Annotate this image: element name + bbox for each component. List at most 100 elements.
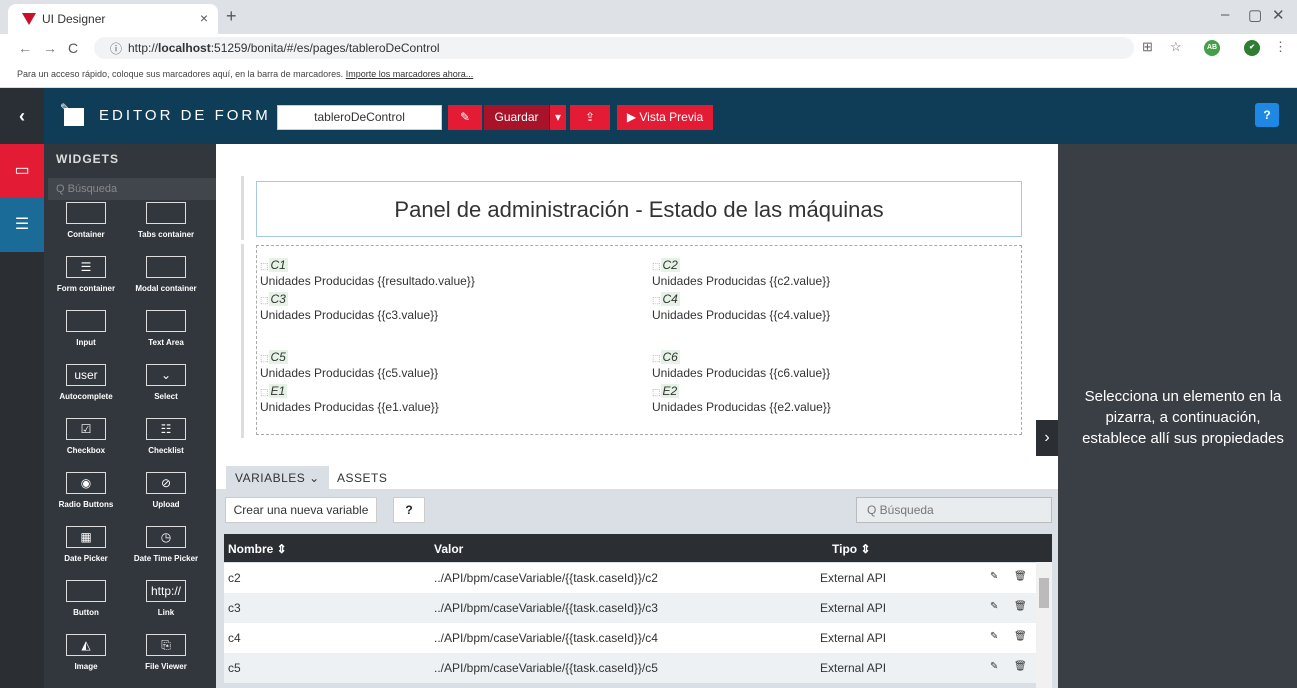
widget-item[interactable]: Tabs container <box>128 194 204 250</box>
back-icon[interactable]: ← <box>18 40 32 56</box>
maximize-icon[interactable]: ▢ <box>1248 6 1262 24</box>
close-window-icon[interactable]: ✕ <box>1272 6 1285 24</box>
bookmark-star-icon[interactable]: ☆ <box>1170 39 1182 55</box>
url-field[interactable]: ⓘ http://localhost:51259/bonita/#/es/pag… <box>94 37 1134 59</box>
tab-title: UI Designer <box>42 12 106 26</box>
minimize-icon[interactable]: – <box>1221 6 1229 23</box>
help-button[interactable]: ? <box>1255 103 1279 127</box>
variable-name: c5 <box>228 661 241 675</box>
variables-help-button[interactable]: ? <box>393 497 425 523</box>
table-scrollbar[interactable] <box>1036 562 1052 688</box>
edit-icon[interactable]: ✎ <box>990 601 998 612</box>
expand-properties-button[interactable]: › <box>1036 420 1058 456</box>
page-title[interactable]: Panel de administración - Estado de las … <box>256 181 1022 237</box>
edit-icon[interactable]: ✎ <box>990 571 998 582</box>
info-icon[interactable]: ⓘ <box>110 40 122 57</box>
widget-item[interactable]: Text Area <box>128 302 204 358</box>
tag-button[interactable]: ✎ <box>448 105 482 130</box>
machine-key-label: C5 <box>268 350 288 364</box>
placeholder-icon: ⬚ <box>652 387 661 397</box>
widget-item[interactable]: Container <box>48 194 124 250</box>
reload-icon[interactable]: C <box>68 40 78 56</box>
delete-icon[interactable]: 🗑 <box>1014 661 1027 672</box>
widget-item[interactable]: Button <box>48 572 124 628</box>
widget-label: File Viewer <box>145 662 187 671</box>
widget-item[interactable]: http:// Link <box>128 572 204 628</box>
machine-text[interactable]: Unidades Producidas {{c3.value}} <box>260 308 438 322</box>
new-tab-button[interactable]: + <box>226 6 237 27</box>
widget-label: Checklist <box>148 446 184 455</box>
delete-icon[interactable]: 🗑 <box>1014 601 1027 612</box>
widget-item[interactable]: ◭ Image <box>48 626 124 682</box>
table-row[interactable]: c5 ../API/bpm/caseVariable/{{task.caseId}… <box>224 653 1036 683</box>
widget-item[interactable]: Modal container <box>128 248 204 304</box>
tab-close-icon[interactable]: × <box>200 10 208 26</box>
widget-item[interactable]: ⎘ File Viewer <box>128 626 204 682</box>
save-dropdown-button[interactable]: ▾ <box>550 105 566 130</box>
widget-item[interactable]: ☰ Form container <box>48 248 124 304</box>
machine-key[interactable]: ⬚ C1 <box>260 258 288 272</box>
edit-icon[interactable]: ✎ <box>990 661 998 672</box>
widget-item[interactable]: user Autocomplete <box>48 356 124 412</box>
widget-item[interactable]: ◉ Radio Buttons <box>48 464 124 520</box>
tab-assets[interactable]: ASSETS <box>328 466 396 490</box>
widget-icon: ⊘ <box>146 472 186 494</box>
delete-icon[interactable]: 🗑 <box>1014 571 1027 582</box>
preview-button[interactable]: ▶ Vista Previa <box>617 105 713 130</box>
table-row[interactable]: c2 ../API/bpm/caseVariable/{{task.caseId}… <box>224 563 1036 593</box>
table-row[interactable]: c3 ../API/bpm/caseVariable/{{task.caseId}… <box>224 593 1036 623</box>
machine-key[interactable]: ⬚ C3 <box>260 292 288 306</box>
machine-key-label: C1 <box>268 258 288 272</box>
machine-text[interactable]: Unidades Producidas {{c4.value}} <box>652 308 830 322</box>
machine-text[interactable]: Unidades Producidas {{resultado.value}} <box>260 274 475 288</box>
machine-text[interactable]: Unidades Producidas {{e2.value}} <box>652 400 831 414</box>
import-bookmarks-link[interactable]: Importe los marcadores ahora... <box>346 69 474 79</box>
variables-search-input[interactable]: Q Búsqueda <box>856 497 1052 523</box>
widget-item[interactable]: ☷ Checklist <box>128 410 204 466</box>
machine-key[interactable]: ⬚ C6 <box>652 350 680 364</box>
widget-item[interactable]: ▦ Date Picker <box>48 518 124 574</box>
edit-icon[interactable]: ✎ <box>990 631 998 642</box>
create-variable-button[interactable]: Crear una nueva variable <box>225 497 377 523</box>
machine-text[interactable]: Unidades Producidas {{e1.value}} <box>260 400 439 414</box>
delete-icon[interactable]: 🗑 <box>1014 631 1027 642</box>
widget-label: Modal container <box>135 284 197 293</box>
column-name[interactable]: Nombre ⇕ <box>228 542 287 556</box>
widget-item[interactable]: ◷ Date Time Picker <box>128 518 204 574</box>
machine-key[interactable]: ⬚ C4 <box>652 292 680 306</box>
table-row[interactable]: c4 ../API/bpm/caseVariable/{{task.caseId}… <box>224 623 1036 653</box>
machine-text[interactable]: Unidades Producidas {{c2.value}} <box>652 274 830 288</box>
machine-key[interactable]: ⬚ C5 <box>260 350 288 364</box>
properties-empty-message: Selecciona un elemento en la pizarra, a … <box>1082 388 1284 447</box>
browser-tab[interactable]: UI Designer × <box>8 4 218 34</box>
machine-key-label: E2 <box>660 384 680 398</box>
tab-variables[interactable]: VARIABLES ⌄ <box>226 466 329 490</box>
save-button[interactable]: Guardar <box>484 105 549 130</box>
forward-icon[interactable]: → <box>43 40 57 56</box>
widget-label: Radio Buttons <box>58 500 114 509</box>
form-name-input[interactable]: tableroDeControl <box>277 105 442 130</box>
widget-item[interactable]: ⌄ Select <box>128 356 204 412</box>
machine-text[interactable]: Unidades Producidas {{c5.value}} <box>260 366 438 380</box>
export-button[interactable]: ⇪ <box>570 105 610 130</box>
translate-icon[interactable]: ⊞ <box>1142 39 1153 55</box>
widget-label: Link <box>157 608 175 617</box>
data-model-tab-icon[interactable]: ☰ <box>0 198 44 252</box>
machine-key[interactable]: ⬚ E2 <box>652 384 680 398</box>
back-button[interactable]: ‹ <box>0 88 44 144</box>
widget-item[interactable]: ☑ Checkbox <box>48 410 124 466</box>
widget-icon: ⎘ <box>146 634 186 656</box>
machine-key[interactable]: ⬚ E1 <box>260 384 288 398</box>
properties-panel: Selecciona un elemento en la pizarra, a … <box>1058 144 1297 688</box>
widget-item[interactable]: ⊘ Upload <box>128 464 204 520</box>
widget-item[interactable]: Input <box>48 302 124 358</box>
widgets-tab-icon[interactable]: ▭ <box>0 144 44 198</box>
browser-menu-icon[interactable]: ⋮ <box>1274 39 1287 55</box>
shield-extension-icon[interactable]: ✔ <box>1244 40 1260 56</box>
column-type[interactable]: Tipo ⇕ <box>832 542 871 556</box>
widget-icon: ▦ <box>66 526 106 548</box>
machine-key[interactable]: ⬚ C2 <box>652 258 680 272</box>
adblock-extension-icon[interactable]: AB <box>1204 40 1220 56</box>
variable-type: External API <box>820 571 887 585</box>
machine-text[interactable]: Unidades Producidas {{c6.value}} <box>652 366 830 380</box>
